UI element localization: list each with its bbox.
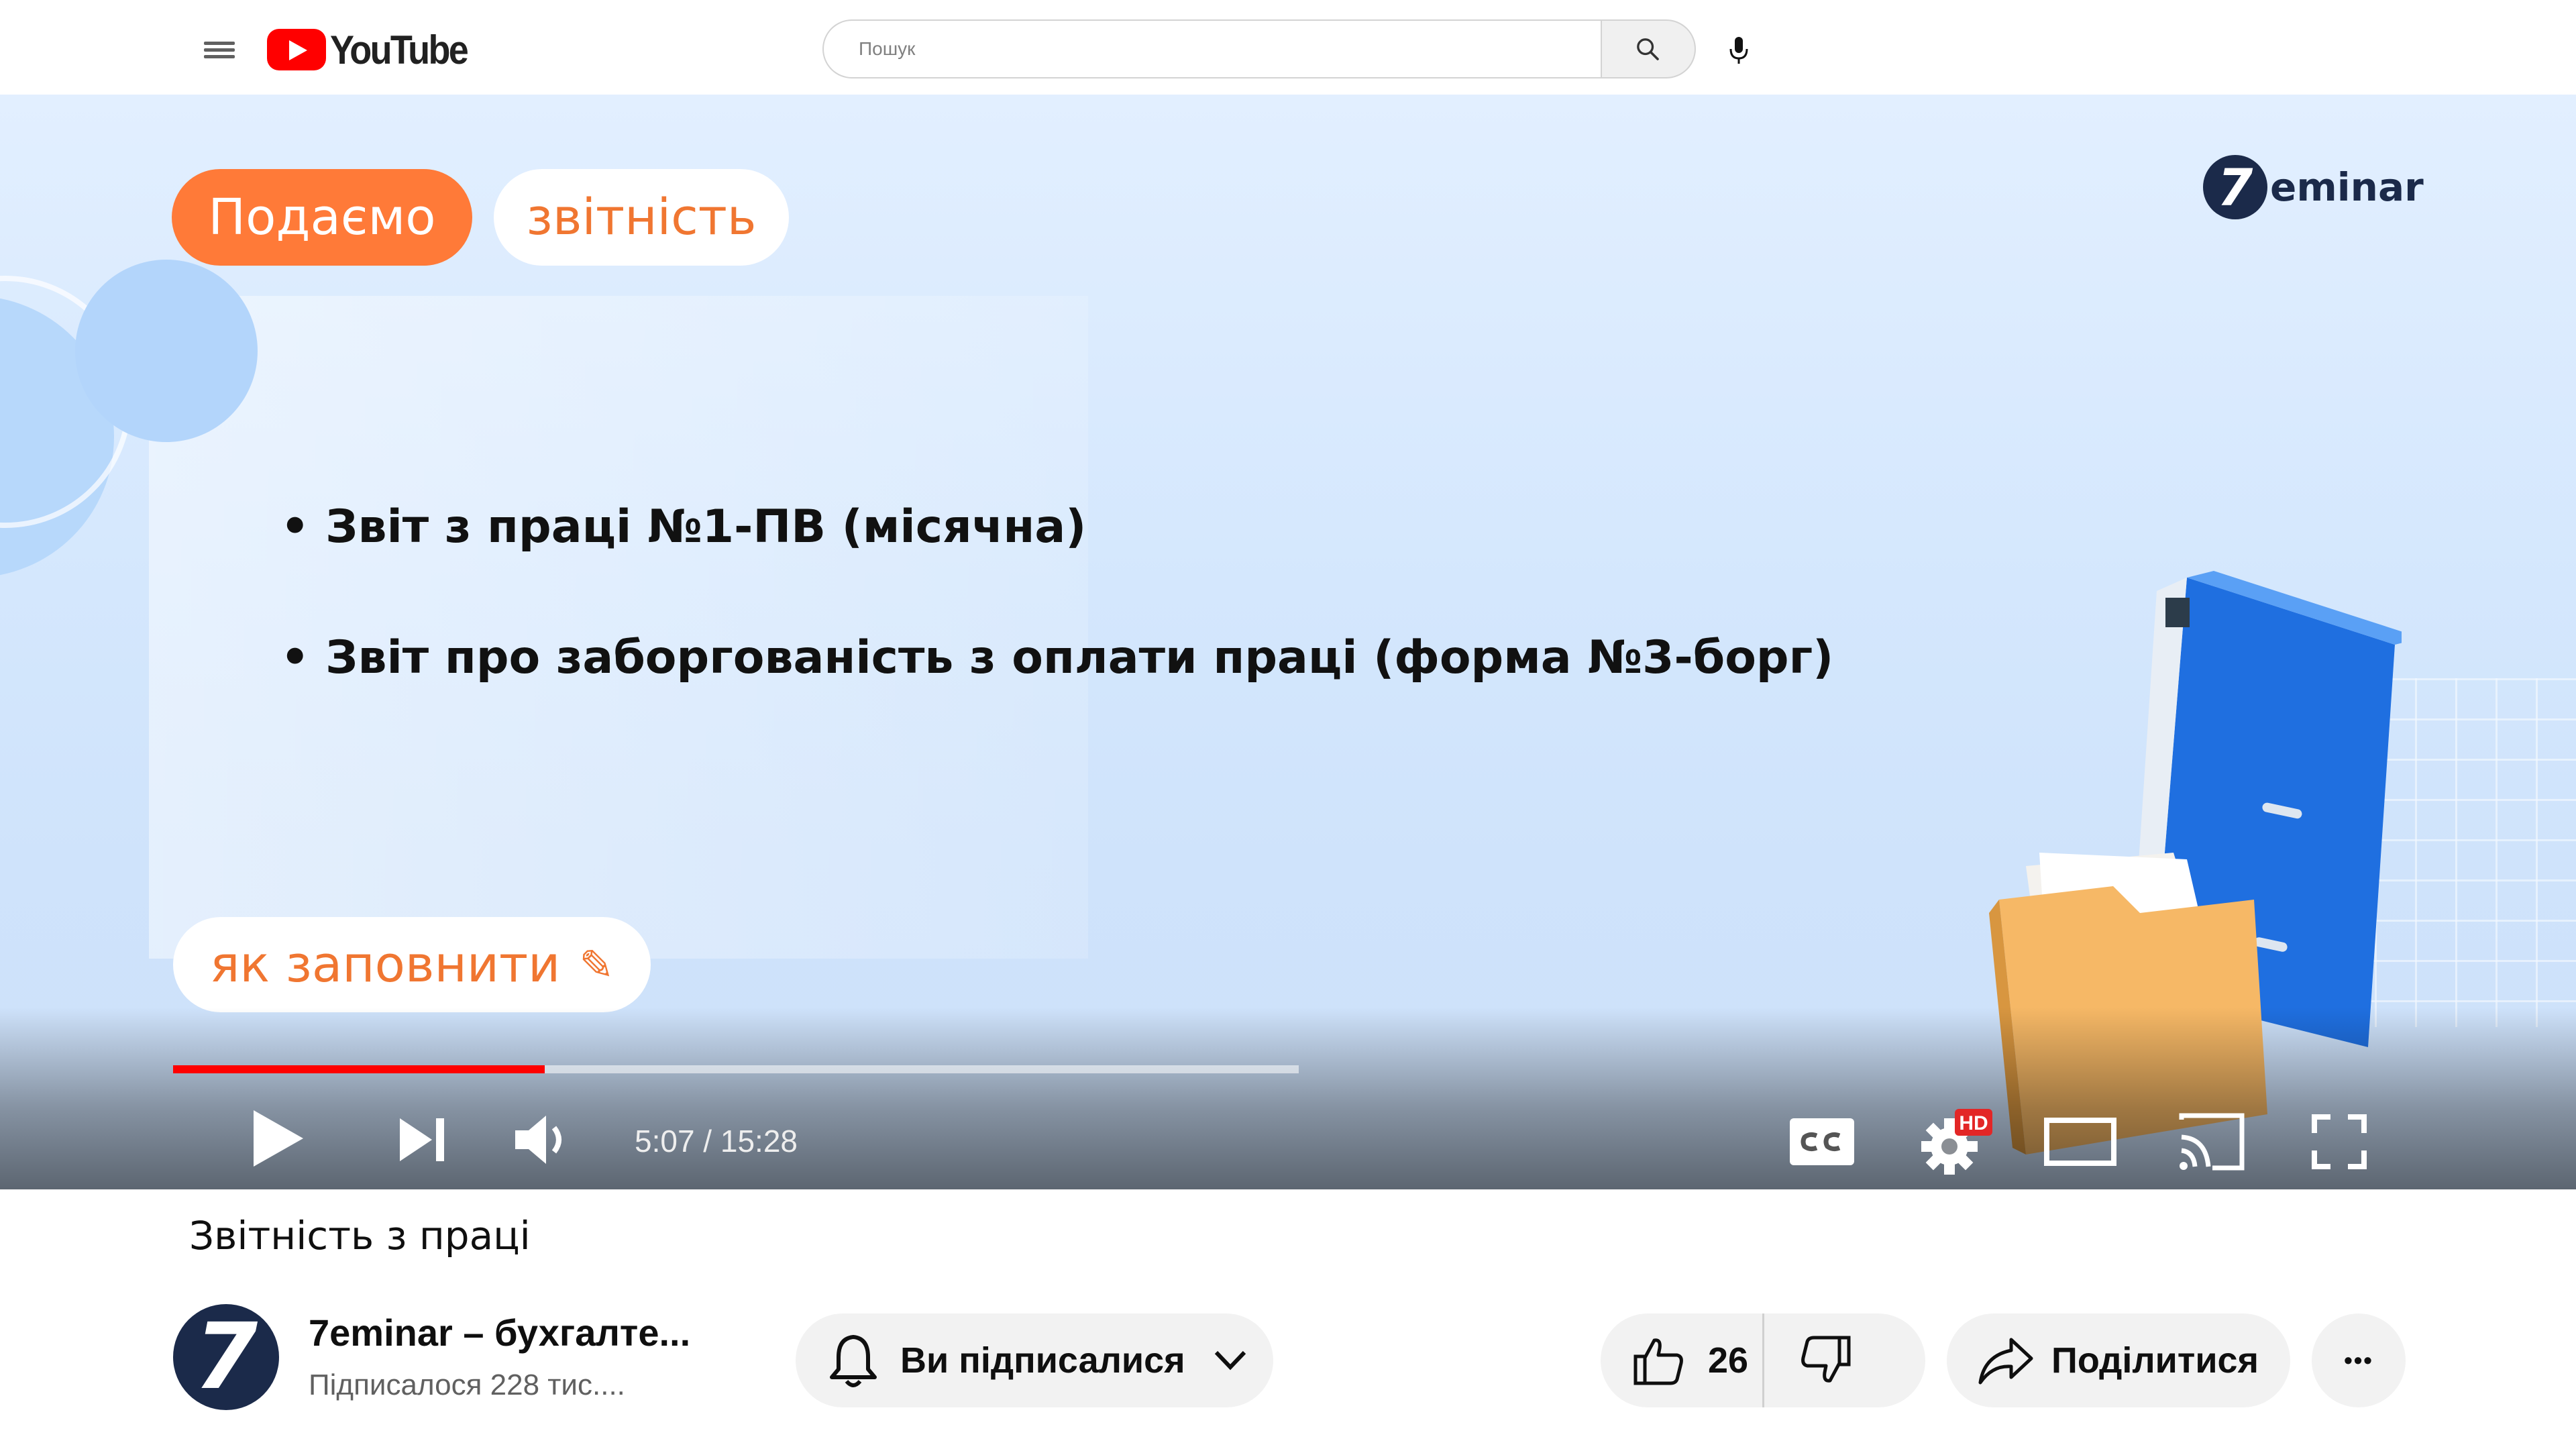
subtitles-button[interactable] — [1788, 1117, 1856, 1167]
slide-pill-how-to-fill-label: як заповнити — [209, 936, 561, 994]
like-dislike-group: 26 — [1601, 1313, 1925, 1407]
subscribed-label: Ви підписалися — [900, 1340, 1185, 1381]
top-bar: YouTube — [0, 0, 2576, 95]
bell-icon — [830, 1335, 877, 1387]
youtube-logo[interactable]: YouTube — [267, 23, 482, 76]
closed-captions-icon — [1790, 1118, 1854, 1165]
slide-bullet: • Звіт з праці №1-ПВ (місячна) — [280, 500, 1087, 553]
share-button[interactable]: Поділитися — [1947, 1313, 2290, 1407]
mute-button[interactable] — [513, 1113, 573, 1167]
7eminar-logo-word: eminar — [2270, 164, 2424, 210]
subscriber-count: Підписалося 228 тис.... — [309, 1368, 625, 1401]
theater-mode-icon — [2044, 1118, 2116, 1166]
dislike-button[interactable] — [1764, 1313, 1853, 1407]
slide-pill-submit: Подаємо — [172, 169, 472, 266]
cast-icon — [2179, 1113, 2245, 1171]
search-input[interactable] — [822, 19, 1637, 78]
voice-search-button[interactable] — [1713, 27, 1764, 74]
progress-bar[interactable] — [173, 1065, 1299, 1073]
7eminar-watermark-logo: 7 eminar — [2203, 155, 2424, 219]
youtube-logo-text: YouTube — [330, 27, 469, 72]
more-horizontal-icon: ••• — [2344, 1346, 2373, 1374]
skip-next-icon — [400, 1118, 444, 1161]
play-button[interactable] — [248, 1105, 309, 1172]
search-button[interactable] — [1601, 19, 1696, 78]
video-player[interactable]: Подаємо звітність 7 eminar • Звіт з прац… — [0, 95, 2576, 1189]
slide-pill-reports: звітність — [494, 169, 789, 266]
play-icon — [254, 1110, 303, 1167]
channel-avatar[interactable]: 7 — [173, 1304, 279, 1410]
like-button[interactable]: 26 — [1601, 1313, 1764, 1407]
video-title: Звітність з праці — [189, 1213, 531, 1258]
slide-pill-how-to-fill: як заповнити ✎ — [173, 917, 651, 1012]
channel-name[interactable]: 7eminar – бухгалте... — [309, 1311, 690, 1354]
hamburger-menu-icon[interactable] — [195, 30, 246, 70]
thumbs-down-icon — [1801, 1336, 1851, 1383]
slide-panel — [149, 296, 1088, 959]
gear-icon: HD — [1921, 1109, 1992, 1175]
7eminar-logo-digit: 7 — [2203, 155, 2267, 219]
theater-mode-button[interactable] — [2043, 1117, 2117, 1167]
microphone-icon — [1729, 37, 1748, 64]
fullscreen-button[interactable] — [2312, 1114, 2367, 1169]
thumbs-up-icon — [1633, 1338, 1683, 1385]
settings-button[interactable]: HD — [1920, 1108, 1994, 1175]
like-count: 26 — [1708, 1340, 1749, 1381]
progress-bar-played — [173, 1065, 545, 1073]
decor-bubble — [75, 260, 258, 442]
hd-badge: HD — [1959, 1112, 1988, 1134]
search-box — [822, 19, 1696, 78]
more-actions-button[interactable]: ••• — [2312, 1313, 2406, 1407]
youtube-play-logo-icon — [267, 29, 326, 70]
time-display: 5:07 / 15:28 — [635, 1124, 798, 1159]
next-video-button[interactable] — [396, 1114, 449, 1165]
subscribed-button[interactable]: Ви підписалися — [796, 1313, 1273, 1407]
share-icon — [1978, 1338, 2033, 1385]
volume-icon — [515, 1116, 561, 1164]
fullscreen-icon — [2312, 1114, 2367, 1169]
search-icon — [1637, 38, 1659, 60]
pencil-icon: ✎ — [579, 940, 614, 989]
cast-button[interactable] — [2179, 1113, 2245, 1171]
slide-bullet: • Звіт про заборгованість з оплати праці… — [280, 631, 1834, 684]
chevron-down-icon — [1214, 1350, 1246, 1371]
share-label: Поділитися — [2051, 1340, 2259, 1381]
